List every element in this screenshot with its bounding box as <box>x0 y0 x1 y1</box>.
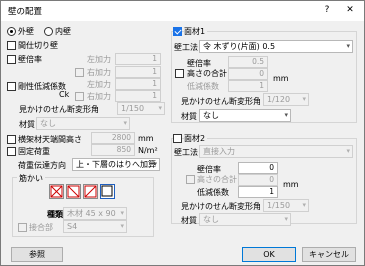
wall-ratio-label: 壁倍率 <box>18 55 42 64</box>
chevron-down-icon: ▾ <box>346 42 350 50</box>
help-button[interactable]: ? <box>319 3 335 18</box>
chevron-down-icon: ▾ <box>120 222 124 230</box>
chevron-down-icon: ▾ <box>284 215 288 223</box>
face2-apparent-label: 見かけのせん断変形角 <box>181 202 261 211</box>
brace-diagonal-right-icon <box>84 185 97 198</box>
window-title: 壁の配置 <box>8 7 43 17</box>
brace-label: 筋かい <box>17 173 45 184</box>
face1-high-total-input[interactable]: 0 <box>228 68 268 80</box>
face1-reduction-label: 低減係数 <box>187 82 219 91</box>
brace-none-button[interactable] <box>100 184 115 199</box>
face1-ratio-input[interactable]: 0.5 <box>228 56 268 68</box>
right-force2-label: 右加力 <box>87 92 111 101</box>
apparent-angle-label: 見かけのせん断変形角 <box>19 105 99 114</box>
left-force2-label: 左加力 <box>87 80 111 89</box>
brace-none-icon <box>101 185 113 197</box>
face1-high-total-label: 高さの合計 <box>187 69 227 78</box>
face1-unit-label: mm <box>273 74 289 83</box>
inner-wall-label: 内壁 <box>55 27 71 36</box>
joint-label: 接合部 <box>29 223 53 232</box>
face2-material-label: 材質 <box>181 216 197 225</box>
reference-button[interactable]: 参照 <box>11 247 63 262</box>
face2-apparent-select[interactable]: 1/150 ▾ <box>263 199 309 212</box>
apparent-angle-select[interactable]: 1/150 ▾ <box>117 102 165 115</box>
face2-unit-label: mm <box>283 180 299 189</box>
right-force2-input[interactable]: 1 <box>115 90 161 102</box>
chevron-down-icon: ▾ <box>346 147 350 155</box>
ok-button[interactable]: OK <box>242 247 296 262</box>
chevron-down-icon: ▾ <box>284 111 288 119</box>
brace-double-button[interactable] <box>49 184 64 199</box>
left-force2-input[interactable]: 1 <box>115 78 161 90</box>
face1-apparent-select[interactable]: 1/120 ▾ <box>263 93 309 106</box>
brace-type-select[interactable]: 木材 45 x 90 ▾ <box>63 207 127 220</box>
load-unit-label: N/m² <box>138 146 158 155</box>
beam-unit-label: mm <box>138 134 154 143</box>
face2-high-total-input[interactable]: 0 <box>238 174 278 186</box>
right-force-checkbox[interactable] <box>75 68 84 77</box>
load-direction-label: 荷重伝達方向 <box>18 161 66 170</box>
brace-x-icon <box>50 185 63 198</box>
face1-material-label: 材質 <box>181 112 197 121</box>
face1-reduction-input[interactable]: 1 <box>228 80 268 92</box>
face2-reduction-input[interactable]: 1 <box>238 186 278 198</box>
ck-label: Ck <box>59 90 70 99</box>
face1-checkbox[interactable] <box>173 27 182 36</box>
material-label: 材質 <box>19 120 35 129</box>
face2-title: 面材2 <box>184 133 208 144</box>
chevron-down-icon: ▾ <box>120 209 124 217</box>
face2-reduction-label: 低減係数 <box>197 188 229 197</box>
brace-right-button[interactable] <box>83 184 98 199</box>
left-force-label: 左加力 <box>87 55 111 64</box>
material-select[interactable]: なし ▾ <box>36 117 130 130</box>
brace-diagonal-left-icon <box>67 185 80 198</box>
fixed-load-checkbox[interactable] <box>7 147 16 156</box>
face2-checkbox[interactable] <box>173 134 182 143</box>
face1-apparent-label: 見かけのせん断変形角 <box>181 97 261 106</box>
outer-wall-radio[interactable] <box>7 27 16 36</box>
face2-high-total-checkbox[interactable] <box>186 175 195 184</box>
face1-method-label: 壁工法 <box>174 43 198 52</box>
close-button[interactable]: ✕ <box>342 3 358 18</box>
brace-type-label: 種類 <box>47 210 63 219</box>
right-force-label: 右加力 <box>87 68 111 77</box>
face2-material-select[interactable]: なし ▾ <box>199 213 291 226</box>
fixed-load-label: 固定荷重 <box>18 147 50 156</box>
inner-wall-radio[interactable] <box>44 27 53 36</box>
partition-checkbox[interactable] <box>7 41 16 50</box>
title-bar: 壁の配置 ? ✕ <box>1 1 364 21</box>
face2-method-select[interactable]: 直接入力 ▾ <box>199 145 353 158</box>
right-force-input[interactable]: 1 <box>115 66 161 78</box>
reduction-checkbox[interactable] <box>7 82 16 91</box>
partition-label: 間仕切り壁 <box>18 41 58 50</box>
beam-height-checkbox[interactable] <box>7 135 16 144</box>
joint-checkbox[interactable] <box>18 223 27 232</box>
chevron-down-icon: ▾ <box>302 95 306 103</box>
cancel-button[interactable]: キャンセル <box>302 247 356 262</box>
load-direction-select[interactable]: 上・下層のはりへ加算 ▾ <box>72 158 160 171</box>
brace-left-button[interactable] <box>66 184 81 199</box>
chevron-down-icon: ▾ <box>158 104 162 112</box>
fixed-load-input[interactable]: 850 <box>91 144 135 156</box>
face2-high-total-label: 高さの合計 <box>197 175 237 184</box>
outer-wall-label: 外壁 <box>18 27 34 36</box>
left-force-input[interactable]: 1 <box>115 53 161 65</box>
chevron-down-icon: ▾ <box>123 119 127 127</box>
face2-method-label: 壁工法 <box>174 148 198 157</box>
face1-material-select[interactable]: なし ▾ <box>199 109 291 122</box>
joint-select[interactable]: S4 ▾ <box>63 220 127 233</box>
chevron-down-icon: ▾ <box>302 201 306 209</box>
wall-placement-dialog: 壁の配置 ? ✕ 外壁 内壁 間仕切り壁 壁倍率 左加力 1 右加力 1 剛性低… <box>0 0 365 266</box>
beam-height-label: 横架材天端間高さ <box>18 135 82 144</box>
wall-ratio-checkbox[interactable] <box>7 55 16 64</box>
face1-title: 面材1 <box>184 26 208 37</box>
face1-method-select[interactable]: 令 木ずり(片面) 0.5 ▾ <box>199 40 353 53</box>
face2-ratio-input[interactable]: 0 <box>238 162 278 174</box>
beam-height-input[interactable]: 2800 <box>91 132 135 144</box>
right-force2-checkbox[interactable] <box>75 92 84 101</box>
face1-high-total-checkbox[interactable] <box>175 69 184 78</box>
chevron-down-icon: ▾ <box>153 160 157 168</box>
